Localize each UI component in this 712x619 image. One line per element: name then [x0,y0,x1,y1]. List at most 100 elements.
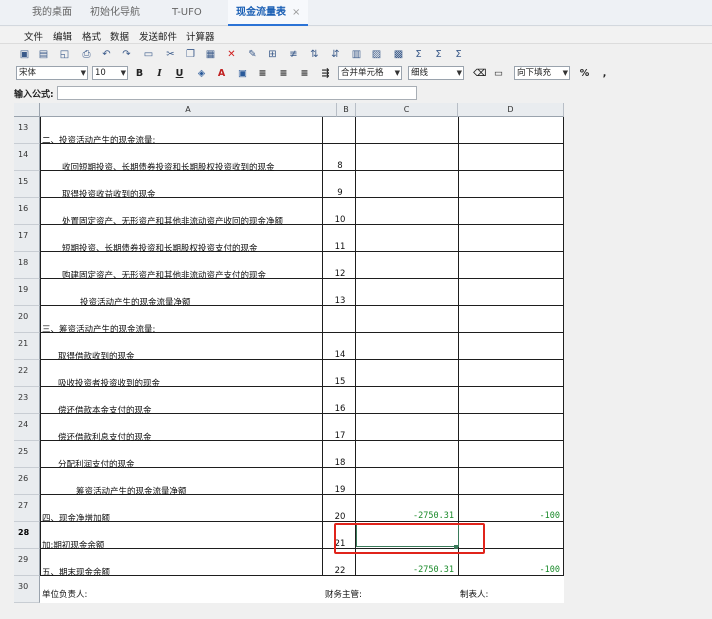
italic-button[interactable]: I [153,67,166,80]
cell-a20[interactable]: 三、筹资活动产生的现金流量: [42,323,155,335]
cell-a13[interactable]: 二、投资活动产生的现金流量: [42,134,155,146]
undo-icon[interactable]: ↶ [100,48,113,61]
cell-a30[interactable]: 单位负责人: [42,588,87,600]
align-center-icon[interactable]: ≡ [277,67,290,80]
calculate-icon[interactable]: ▨ [370,48,383,61]
row-header[interactable]: 27 [14,495,40,522]
column-header-c[interactable]: C [356,103,458,117]
tab-cash-flow-statement[interactable]: 现金流量表 × [228,0,309,26]
eraser-icon[interactable]: ⌫ [473,67,486,80]
print-icon[interactable]: ⎙ [80,48,93,61]
cell-d29[interactable]: -100 [462,565,560,575]
row-header[interactable]: 16 [14,198,40,225]
cell-a24[interactable]: 偿还借款利息支付的现金 [58,431,152,443]
row-header[interactable]: 21 [14,333,40,360]
row-header[interactable]: 22 [14,360,40,387]
save-all-icon[interactable]: ▤ [37,48,50,61]
print-preview-icon[interactable]: ◱ [58,48,71,61]
tab-my-desktop[interactable]: 我的桌面 [24,0,80,26]
copy-icon[interactable]: ❐ [184,48,197,61]
fill-down-select[interactable]: 向下填充 ▼ [514,66,570,80]
cell-b15[interactable]: 9 [326,188,354,198]
cell-a22[interactable]: 吸收投资者投资收到的现金 [58,377,160,389]
wrap-text-icon[interactable]: ▣ [236,67,249,80]
cell-a27[interactable]: 四、现金净增加额 [42,512,110,524]
menu-calculator[interactable]: 计算器 [186,29,215,43]
menu-send-mail[interactable]: 发送邮件 [139,29,177,43]
cell-d27[interactable]: -100 [462,511,560,521]
indent-icon[interactable]: ⇶ [319,67,332,80]
column-header-a[interactable]: A [40,103,337,117]
tab-init-nav[interactable]: 初始化导航 [82,0,148,26]
cell-b23[interactable]: 16 [326,404,354,414]
formula-input[interactable] [57,86,417,100]
cell-a23[interactable]: 偿还借款本金支付的现金 [58,404,152,416]
cell-d30[interactable]: 制表人: [460,588,488,600]
underline-button[interactable]: U [173,67,186,80]
row-header[interactable]: 24 [14,414,40,441]
filter-icon[interactable]: ▥ [350,48,363,61]
border-style-select[interactable]: 细线 ▼ [408,66,464,80]
cell-b26[interactable]: 19 [326,485,354,495]
column-header-b[interactable]: B [337,103,356,117]
cell-a19[interactable]: 投资活动产生的现金流量净额 [80,296,191,308]
cell-b24[interactable]: 17 [326,431,354,441]
format-painter-icon[interactable]: ✎ [246,48,259,61]
cell-a21[interactable]: 取得借款收到的现金 [58,350,135,362]
paste-icon[interactable]: ▦ [204,48,217,61]
sort-desc-icon[interactable]: ⇵ [329,48,342,61]
cut-icon[interactable]: ▭ [142,48,155,61]
align-left-icon[interactable]: ≡ [256,67,269,80]
cell-b17[interactable]: 11 [326,242,354,252]
tab-t-ufo[interactable]: T-UFO [164,0,210,26]
cell-b25[interactable]: 18 [326,458,354,468]
cell-c27[interactable]: -2750.31 [358,511,454,521]
fill-color-icon[interactable]: ◈ [195,67,208,80]
row-header[interactable]: 15 [14,171,40,198]
row-header[interactable]: 18 [14,252,40,279]
cell-a17[interactable]: 短期投资、长期债券投资和长期股权投资支付的现金 [62,242,258,254]
row-header[interactable]: 26 [14,468,40,495]
cell-a15[interactable]: 取得投资收益收到的现金 [62,188,156,200]
row-header[interactable]: 23 [14,387,40,414]
row-header[interactable]: 19 [14,279,40,306]
row-header[interactable]: 28 [14,522,40,549]
select-all-corner[interactable] [14,103,40,117]
cell-b18[interactable]: 12 [326,269,354,279]
row-header[interactable]: 30 [14,576,40,603]
cell-b16[interactable]: 10 [326,215,354,225]
save-icon[interactable]: ▣ [18,48,31,61]
percent-button[interactable]: % [578,67,591,80]
cell-a25[interactable]: 分配利润支付的现金 [58,458,135,470]
delete-icon[interactable]: ✕ [225,48,238,61]
cell-a29[interactable]: 五、期末现金余额 [42,566,110,578]
row-header[interactable]: 14 [14,144,40,171]
row-header[interactable]: 20 [14,306,40,333]
redo-icon[interactable]: ↷ [120,48,133,61]
bold-button[interactable]: B [133,67,146,80]
cell-b27[interactable]: 20 [326,512,354,522]
border-icon[interactable]: ▭ [492,67,505,80]
cell-a18[interactable]: 购建固定资产、无形资产和其他非流动资产支付的现金 [62,269,266,281]
row-header[interactable]: 13 [14,117,40,144]
cell-a16[interactable]: 处置固定资产、无形资产和其他非流动资产收回的现金净额 [62,215,283,227]
cell-b30[interactable]: 财务主管: [325,588,362,600]
cell-b14[interactable]: 8 [326,161,354,171]
rename-icon[interactable]: ≢ [287,48,300,61]
insert-icon[interactable]: ⊞ [266,48,279,61]
row-header[interactable]: 17 [14,225,40,252]
sort-asc-icon[interactable]: ⇅ [308,48,321,61]
cell-b22[interactable]: 15 [326,377,354,387]
sum-row-icon[interactable]: Σ [432,48,445,61]
merge-cells-select[interactable]: 合并单元格 ▼ [338,66,402,80]
comma-button[interactable]: , [598,67,611,80]
font-color-icon[interactable]: A [215,67,228,80]
align-right-icon[interactable]: ≡ [298,67,311,80]
sum-icon[interactable]: Σ [412,48,425,61]
menu-edit[interactable]: 编辑 [53,29,72,43]
sum-col-icon[interactable]: Σ [452,48,465,61]
font-select[interactable]: 宋体 ▼ [16,66,88,80]
row-header[interactable]: 29 [14,549,40,576]
cell-b19[interactable]: 13 [326,296,354,306]
column-header-d[interactable]: D [458,103,564,117]
